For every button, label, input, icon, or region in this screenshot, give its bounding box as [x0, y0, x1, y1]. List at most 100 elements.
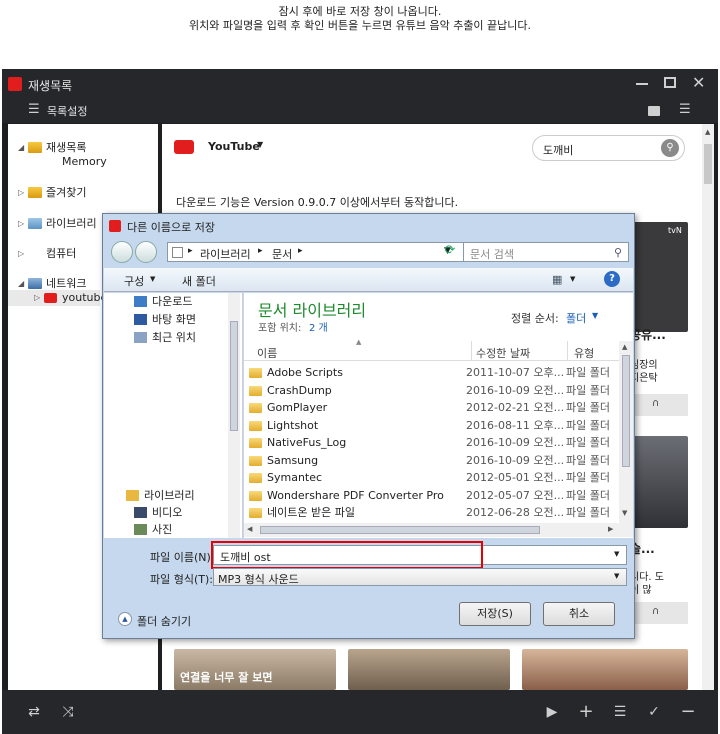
address-bar[interactable]: ▸ 라이브러리 ▸ 문서 ▸ ▼ [167, 242, 467, 262]
forward-icon[interactable] [135, 241, 157, 263]
collapsed-arrow-icon[interactable]: ▷ [18, 246, 26, 262]
desktop-icon [134, 314, 147, 325]
folder-icon[interactable] [648, 106, 660, 116]
collapsed-arrow-icon[interactable]: ▷ [18, 185, 26, 201]
scroll-up-icon[interactable]: ▲ [705, 128, 710, 136]
search-field[interactable]: 문서 검색 ⚲ [463, 242, 629, 262]
collapse-icon[interactable]: ▲ [118, 612, 132, 626]
folder-icon [249, 455, 262, 466]
video-thumbnail[interactable] [348, 649, 510, 690]
minimize-icon[interactable] [636, 83, 648, 85]
includes-link[interactable]: 2 개 [309, 319, 328, 334]
hide-folders-button[interactable]: 폴더 숨기기 [137, 613, 191, 629]
content-scrollbar[interactable]: ▲ [702, 124, 714, 690]
shuffle-icon[interactable]: ⤨ [56, 700, 80, 724]
play-icon[interactable]: ▶ [540, 700, 564, 724]
sort-list-icon[interactable]: ☰ [679, 102, 691, 117]
file-row[interactable]: GomPlayer 2012-02-21 오전... 파일 폴더 [244, 399, 619, 417]
headphones-icon[interactable]: ∩ [652, 398, 659, 409]
chevron-down-icon[interactable]: ▼ [570, 275, 575, 283]
column-name[interactable]: 이름 [257, 345, 277, 361]
scroll-left-icon[interactable]: ◀ [247, 525, 252, 533]
file-list-vscrollbar[interactable]: ▲ ▼ [619, 341, 633, 523]
headphones-icon[interactable]: ∩ [652, 606, 659, 617]
scroll-thumb[interactable] [704, 144, 712, 184]
scroll-thumb[interactable] [622, 355, 630, 467]
file-list-hscrollbar[interactable]: ◀ ▶ [244, 523, 633, 537]
nav-item-pictures[interactable]: 사진 [104, 521, 224, 538]
back-icon[interactable] [111, 241, 133, 263]
list-settings-button[interactable]: 목록설정 [47, 103, 87, 119]
tree-item-memory[interactable]: Memory [8, 154, 158, 170]
file-row[interactable]: Lightshot 2016-08-11 오후... 파일 폴더 [244, 417, 619, 435]
save-button[interactable]: 저장(S) [459, 602, 531, 626]
repeat-icon[interactable]: ⇄ [22, 700, 46, 724]
add-icon[interactable]: + [574, 700, 598, 724]
collapsed-arrow-icon[interactable]: ▷ [34, 290, 40, 306]
source-dropdown[interactable]: YouTube [208, 140, 260, 153]
file-name: Wondershare PDF Converter Pro [267, 488, 444, 502]
file-row[interactable]: Symantec 2012-05-01 오전... 파일 폴더 [244, 469, 619, 487]
help-icon[interactable]: ? [604, 271, 620, 287]
nav-item-libraries[interactable]: 라이브러리 [104, 487, 224, 504]
search-input[interactable]: 도깨비 [543, 142, 573, 158]
filetype-select[interactable]: MP3 형식 사운드 ▼ [213, 568, 627, 586]
video-thumbnail[interactable] [522, 649, 688, 690]
tree-item-youtube[interactable]: ▷ youtube [8, 290, 107, 306]
file-type: 파일 폴더 [566, 453, 610, 467]
organize-button[interactable]: 구성 [124, 273, 144, 289]
scroll-up-icon[interactable]: ▲ [622, 343, 627, 351]
window-title: 재생목록 [28, 79, 73, 93]
library-title: 문서 라이브러리 [258, 301, 367, 320]
refresh-icon[interactable]: ⟳ [439, 243, 461, 261]
maximize-icon[interactable] [664, 77, 676, 88]
video-thumbnail[interactable]: 연결을 너무 잘 보면 [174, 649, 336, 690]
filetype-value: MP3 형식 사운드 [218, 573, 299, 586]
search-icon[interactable]: ⚲ [661, 139, 679, 157]
file-row[interactable]: Wondershare PDF Converter Pro 2012-05-07 … [244, 487, 619, 505]
close-icon[interactable]: ✕ [692, 73, 705, 92]
check-icon[interactable]: ✓ [642, 700, 666, 724]
nav-item-downloads[interactable]: 다운로드 [104, 293, 224, 310]
collapsed-arrow-icon[interactable]: ▷ [18, 216, 26, 232]
file-row[interactable]: Samsung 2016-10-09 오전... 파일 폴더 [244, 452, 619, 470]
folder-icon [249, 385, 262, 396]
column-modified[interactable]: 수정한 날짜 [476, 345, 530, 361]
remove-icon[interactable]: − [676, 700, 700, 724]
scroll-right-icon[interactable]: ▶ [608, 525, 613, 533]
scroll-thumb[interactable] [230, 321, 238, 431]
file-name: CrashDump [267, 383, 332, 397]
view-options-icon[interactable]: ▦ [552, 273, 562, 286]
scroll-down-icon[interactable]: ▼ [622, 509, 627, 517]
nav-item-videos[interactable]: 비디오 [104, 504, 224, 521]
new-folder-button[interactable]: 새 폴더 [182, 273, 216, 289]
sort-dropdown[interactable]: 폴더 [566, 310, 586, 326]
file-date: 2012-02-21 오전... [466, 401, 565, 414]
nav-item-desktop[interactable]: 바탕 화면 [104, 311, 224, 328]
breadcrumb-library[interactable]: 라이브러리 [200, 246, 251, 262]
nav-scrollbar[interactable] [228, 293, 240, 538]
chevron-down-icon[interactable]: ▼ [592, 311, 598, 320]
chevron-down-icon[interactable]: ▼ [150, 275, 155, 283]
chevron-down-icon[interactable]: ▼ [257, 140, 263, 149]
chevron-down-icon[interactable]: ▼ [614, 550, 619, 558]
file-row[interactable]: CrashDump 2016-10-09 오전... 파일 폴더 [244, 382, 619, 400]
tree-item-favorites[interactable]: ▷ 즐겨찾기 [8, 185, 158, 201]
scroll-thumb[interactable] [260, 526, 540, 534]
search-box[interactable]: 도깨비 ⚲ [532, 135, 685, 161]
file-row[interactable]: 네이트온 받은 파일 2012-06-28 오전... 파일 폴더 [244, 504, 619, 522]
save-as-dialog: 다른 이름으로 저장 ▸ 라이브러리 ▸ 문서 ▸ ▼ ⟳ 문서 검색 ⚲ 구성… [102, 213, 635, 639]
tree-label: Memory [62, 155, 107, 168]
column-type[interactable]: 유형 [574, 345, 594, 361]
list-menu-icon[interactable]: ☰ [28, 102, 40, 117]
navigation-pane: 다운로드 바탕 화면 최근 위치 라이브러리 비디오 사진 [104, 293, 243, 538]
star-folder-icon [28, 187, 42, 198]
add-to-list-icon[interactable]: ☰ [608, 700, 632, 724]
cancel-button[interactable]: 취소 [543, 602, 615, 626]
breadcrumb-documents[interactable]: 문서 [272, 246, 292, 262]
file-row[interactable]: Adobe Scripts 2011-10-07 오후... 파일 폴더 [244, 364, 619, 382]
nav-item-recent[interactable]: 최근 위치 [104, 329, 224, 346]
chevron-down-icon[interactable]: ▼ [614, 572, 619, 580]
file-date: 2012-06-28 오전... [466, 506, 565, 519]
file-row[interactable]: NativeFus_Log 2016-10-09 오전... 파일 폴더 [244, 434, 619, 452]
